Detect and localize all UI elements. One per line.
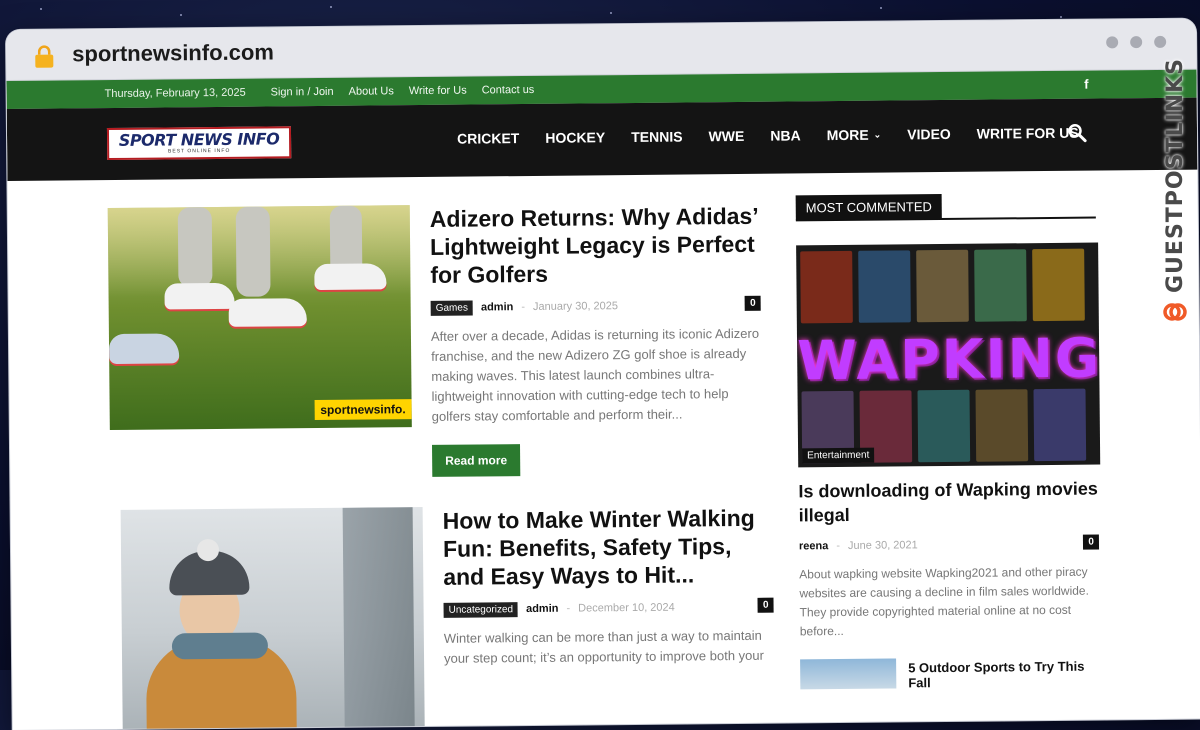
category-tag[interactable]: Uncategorized	[443, 601, 519, 618]
main-content: sportnewsinfo. Adizero Returns: Why Adid…	[7, 170, 1200, 730]
browser-window: sportnewsinfo.com Thursday, February 13,…	[6, 18, 1200, 730]
nav-item-hockey[interactable]: HOCKEY	[545, 129, 605, 146]
featured-author[interactable]: reena	[799, 540, 828, 552]
comment-count[interactable]: 0	[745, 295, 761, 311]
snowy-tree	[342, 507, 415, 730]
article-thumbnail[interactable]	[120, 507, 425, 730]
article-author[interactable]: admin	[481, 301, 514, 313]
facebook-icon[interactable]: f	[1084, 77, 1088, 92]
golf-shoe	[314, 263, 387, 291]
article-text: How to Make Winter Walking Fun: Benefits…	[443, 504, 775, 669]
chevron-down-icon: ⌄	[873, 129, 882, 140]
image-watermark: sportnewsinfo.	[314, 399, 412, 421]
person-scarf	[171, 632, 269, 660]
golfer-leg	[235, 206, 271, 297]
contact-us-link[interactable]: Contact us	[482, 84, 535, 97]
movie-poster	[975, 389, 1029, 462]
site-logo[interactable]: SPORT NEWS INFO BEST ONLINE INFO	[106, 126, 292, 161]
mini-thumbnail[interactable]	[800, 658, 897, 690]
logo-text: SPORT NEWS INFO	[118, 129, 280, 150]
article-date: January 30, 2025	[532, 300, 619, 313]
logo-tagline: BEST ONLINE INFO	[167, 147, 231, 155]
sign-in-link[interactable]: Sign in / Join	[271, 86, 334, 99]
widget-header: MOST COMMENTED	[795, 192, 1096, 222]
article-excerpt: After over a decade, Adidas is returning…	[430, 325, 760, 424]
window-controls	[1106, 35, 1167, 49]
lock-icon	[35, 45, 54, 68]
window-dot[interactable]	[1106, 36, 1119, 49]
article-author[interactable]: admin	[526, 603, 559, 615]
guestpostlinks-badge: GUESTPOSTLINKS	[1158, 58, 1192, 358]
window-dot[interactable]	[1154, 35, 1167, 48]
nav-item-tennis[interactable]: TENNIS	[631, 129, 682, 145]
article-meta: Uncategorized admin - December 10, 2024 …	[443, 597, 774, 619]
mini-article[interactable]: 5 Outdoor Sports to Try This Fall	[800, 657, 1100, 690]
movie-poster	[1032, 248, 1085, 322]
star	[1060, 16, 1062, 18]
sidebar: MOST COMMENTED WAPKING Entertainment Is …	[795, 192, 1101, 690]
movie-poster	[1033, 388, 1087, 462]
read-more-button[interactable]: Read more	[432, 444, 521, 477]
address-bar-url[interactable]: sportnewsinfo.com	[72, 39, 274, 67]
featured-thumbnail[interactable]: WAPKING Entertainment	[796, 242, 1101, 468]
featured-meta: reena - June 30, 2021 0	[799, 534, 1100, 556]
star	[880, 7, 882, 9]
category-tag[interactable]: Games	[430, 300, 473, 316]
search-icon[interactable]	[1067, 123, 1087, 143]
widget-title: MOST COMMENTED	[795, 194, 943, 221]
movie-poster	[917, 389, 971, 463]
topbar-date: Thursday, February 13, 2025	[104, 86, 246, 101]
meta-separator: -	[836, 540, 841, 553]
write-for-us-link[interactable]: Write for Us	[409, 85, 467, 98]
nav-item-nba[interactable]: NBA	[770, 127, 800, 143]
featured-title[interactable]: Is downloading of Wapking movies illegal	[798, 477, 1098, 528]
category-badge[interactable]: Entertainment	[802, 447, 875, 464]
badge-text: GUESTPOSTLINKS	[1162, 58, 1188, 293]
nav-item-video[interactable]: VIDEO	[907, 126, 951, 142]
star	[40, 8, 42, 10]
main-navbar: SPORT NEWS INFO BEST ONLINE INFO CRICKET…	[6, 97, 1198, 181]
window-dot[interactable]	[1130, 36, 1143, 49]
star	[180, 14, 182, 16]
nav-item-more-label: MORE	[826, 126, 869, 144]
meta-separator: -	[566, 602, 571, 615]
golf-shoe	[228, 298, 307, 327]
article-thumbnail[interactable]: sportnewsinfo.	[107, 205, 412, 431]
person-pom	[196, 538, 220, 562]
article-excerpt: Winter walking can be more than just a w…	[443, 627, 764, 666]
star	[610, 12, 612, 14]
nav-item-wwe[interactable]: WWE	[708, 128, 744, 144]
mini-article-title[interactable]: 5 Outdoor Sports to Try This Fall	[908, 659, 1100, 691]
wapking-logo-text: WAPKING	[796, 326, 1101, 393]
featured-excerpt: About wapking website Wapking2021 and ot…	[799, 564, 1089, 639]
meta-separator: -	[521, 301, 526, 314]
movie-poster	[800, 250, 853, 324]
chain-link-icon	[1163, 303, 1187, 321]
article-title[interactable]: How to Make Winter Walking Fun: Benefits…	[443, 504, 774, 591]
movie-poster	[974, 249, 1027, 322]
golf-shoe	[164, 282, 235, 310]
movie-poster	[858, 250, 911, 323]
nav-item-write-for-us[interactable]: WRITE FOR US	[977, 125, 1079, 142]
topbar-links: Sign in / Join About Us Write for Us Con…	[271, 84, 535, 99]
featured-date: June 30, 2021	[847, 539, 918, 552]
star	[330, 6, 332, 8]
main-menu: CRICKET HOCKEY TENNIS WWE NBA MORE ⌄ VID…	[457, 125, 1079, 147]
golfer-leg	[177, 207, 213, 288]
about-us-link[interactable]: About Us	[349, 85, 394, 97]
article-meta: Games admin - January 30, 2025 0	[430, 295, 761, 317]
movie-poster	[916, 249, 969, 323]
nav-item-cricket[interactable]: CRICKET	[457, 130, 519, 147]
golf-shoe	[108, 333, 180, 365]
article-text: Adizero Returns: Why Adidas’ Lightweight…	[430, 202, 763, 477]
comment-count[interactable]: 0	[757, 597, 774, 613]
nav-item-more[interactable]: MORE ⌄	[826, 126, 882, 144]
article-title[interactable]: Adizero Returns: Why Adidas’ Lightweight…	[430, 202, 761, 289]
comment-count[interactable]: 0	[1083, 534, 1100, 550]
article-date: December 10, 2024	[578, 601, 675, 615]
